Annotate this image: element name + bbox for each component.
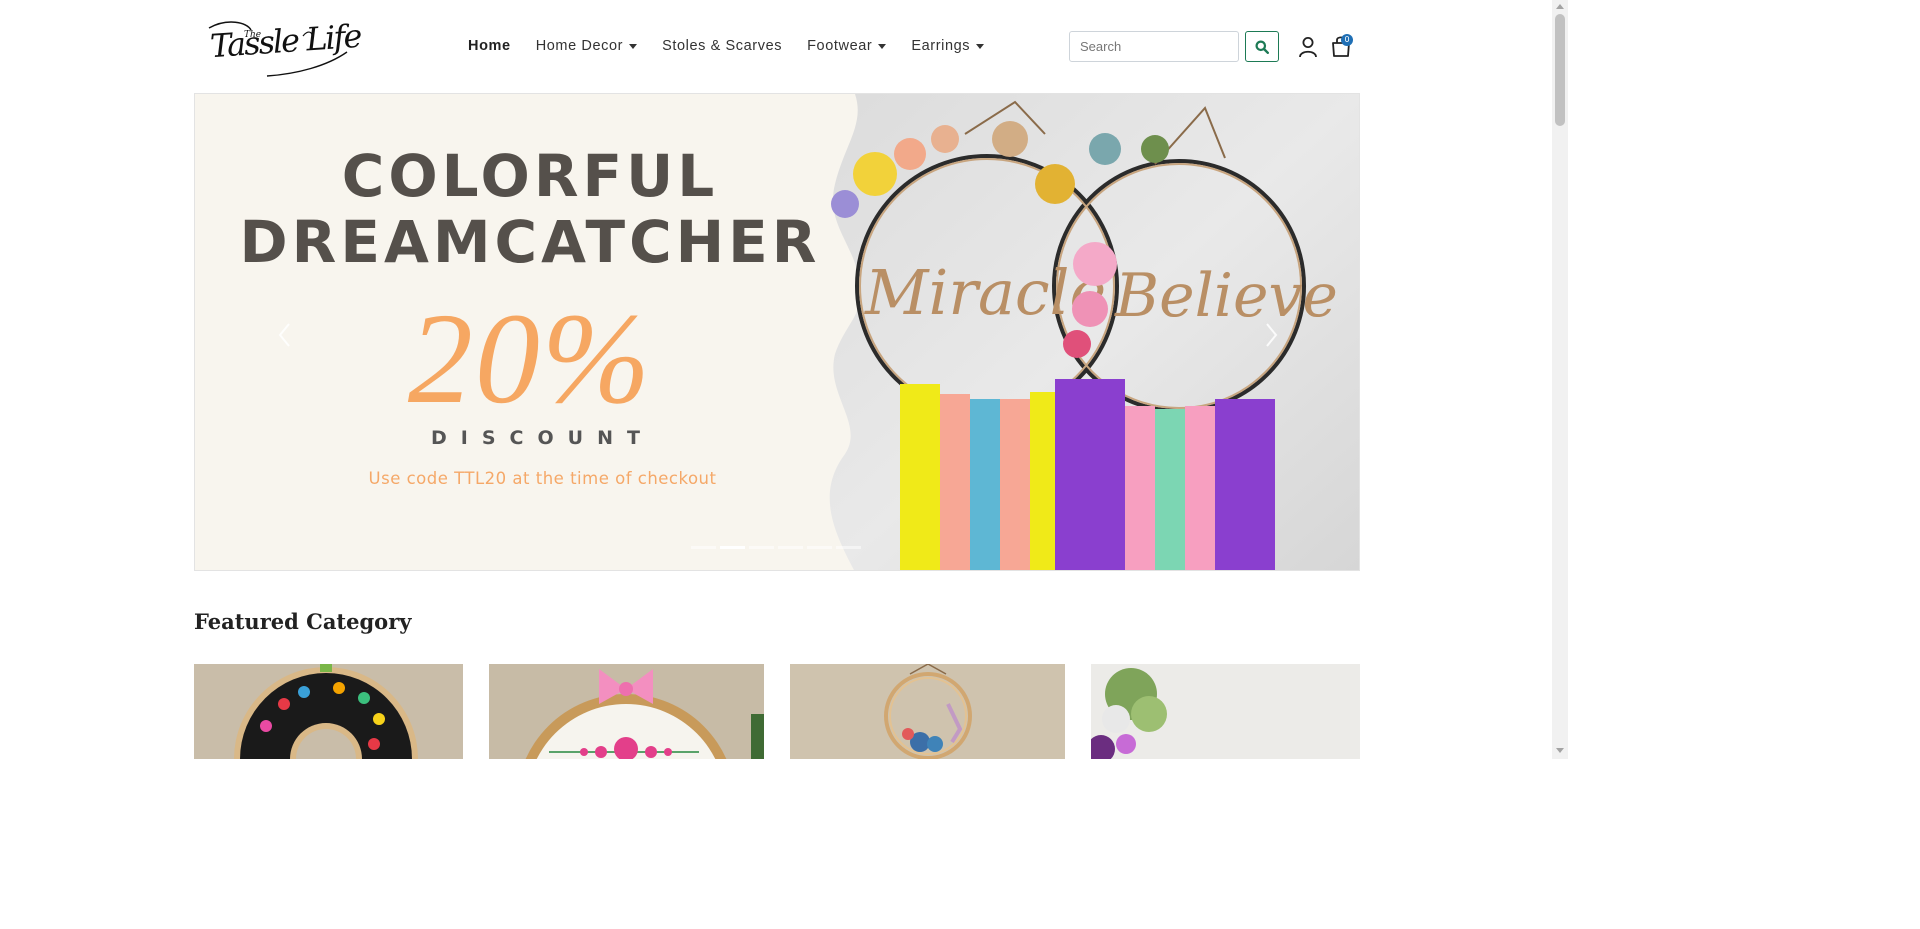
nav-item-stoles-scarves[interactable]: Stoles & Scarves — [662, 38, 782, 54]
category-image — [234, 664, 418, 759]
nav-item-label: Home Decor — [535, 38, 624, 54]
carousel-indicator[interactable] — [749, 546, 774, 549]
caret-down-icon — [629, 44, 638, 49]
featured-card-embroidery-hoop-pink-bow[interactable] — [489, 664, 764, 759]
hero-title-line1: COLORFUL — [341, 142, 719, 210]
scrollbar-thumb[interactable] — [1555, 14, 1565, 126]
nav-item-home-decor[interactable]: Home Decor — [535, 38, 638, 54]
carousel-indicator-active[interactable] — [720, 546, 745, 549]
featured-card-dreamcatcher-flowers[interactable] — [1091, 664, 1360, 759]
hero-title-line2: DREAMCATCHER — [239, 208, 821, 276]
user-icon[interactable] — [1298, 36, 1318, 58]
hero-discount-value: 20% — [407, 287, 653, 431]
category-image — [1091, 668, 1167, 759]
featured-card-wreath-hoop-blue-flowers[interactable] — [790, 664, 1065, 759]
search-icon — [1255, 40, 1269, 54]
miracle-word: Miracle — [864, 256, 1106, 329]
chevron-right-icon[interactable] — [1261, 320, 1281, 350]
believe-word: Believe — [1114, 261, 1338, 331]
carousel-indicator[interactable] — [807, 546, 832, 549]
page-scrollbar[interactable] — [1552, 0, 1568, 759]
carousel-indicators — [691, 546, 865, 549]
hero-carousel: Miracle Believe COLORFUL DREAMCATCHER 20… — [194, 93, 1360, 571]
carousel-indicator[interactable] — [836, 546, 861, 549]
nav-item-label: Earrings — [911, 38, 971, 54]
nav-item-footwear[interactable]: Footwear — [807, 38, 887, 54]
featured-card-embroidery-hoop-black[interactable] — [194, 664, 463, 759]
category-image — [884, 664, 972, 759]
scroll-up-arrow-icon[interactable] — [1556, 4, 1564, 9]
hero-code-text: Use code TTL20 at the time of checkout — [368, 469, 717, 488]
scroll-down-arrow-icon[interactable] — [1556, 748, 1564, 753]
caret-down-icon — [976, 44, 985, 49]
brand-logo[interactable]: The Tassle Life — [207, 16, 362, 80]
hero-discount-label: DISCOUNT — [431, 427, 654, 449]
nav-item-home[interactable]: Home — [468, 38, 511, 54]
nav-item-label: Home — [468, 38, 511, 54]
cart-count-badge: 0 — [1341, 34, 1353, 46]
nav-item-earrings[interactable]: Earrings — [911, 38, 985, 54]
carousel-indicator[interactable] — [691, 546, 716, 549]
search-button[interactable] — [1245, 31, 1279, 62]
site-header: The Tassle Life Home Home Decor Stoles &… — [0, 0, 1552, 92]
search-input[interactable] — [1069, 31, 1239, 62]
featured-category-heading: Featured Category — [194, 609, 412, 634]
nav-item-label: Stoles & Scarves — [662, 38, 783, 54]
category-image — [525, 669, 764, 759]
nav-item-label: Footwear — [807, 38, 873, 54]
carousel-indicator[interactable] — [778, 546, 803, 549]
chevron-left-icon[interactable] — [275, 320, 295, 350]
caret-down-icon — [878, 44, 887, 49]
main-nav: Home Home Decor Stoles & Scarves Footwea… — [468, 37, 1009, 55]
